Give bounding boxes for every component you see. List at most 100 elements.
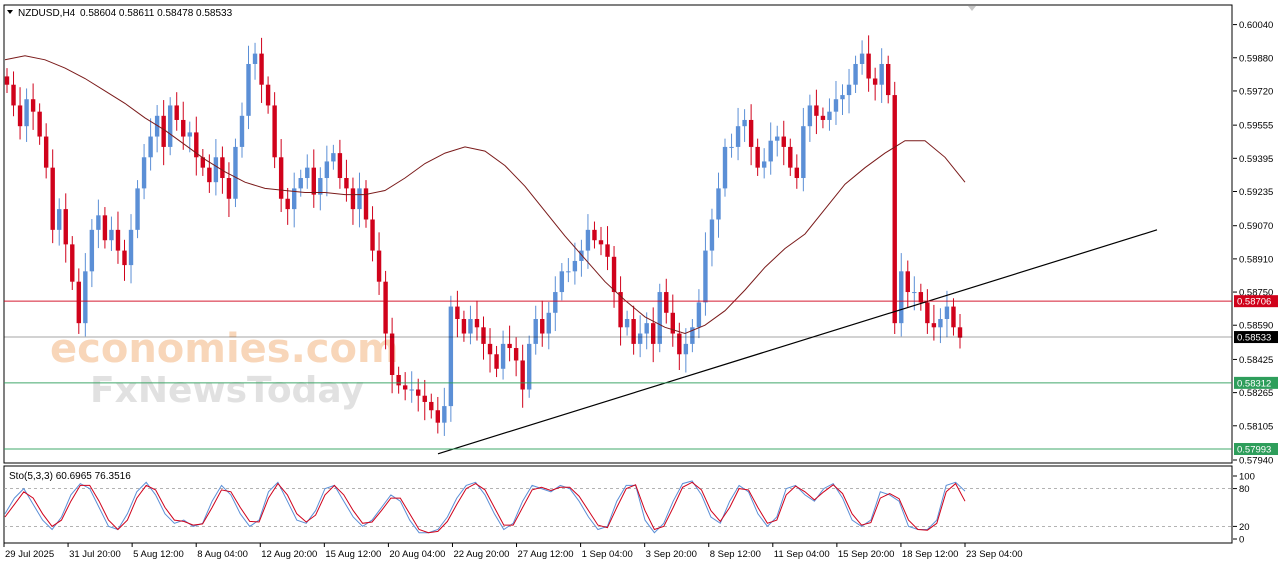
candle	[592, 221, 597, 249]
candle	[161, 100, 166, 166]
candle	[141, 144, 147, 200]
candle-body	[572, 260, 578, 272]
candle-body	[429, 401, 434, 411]
candle	[794, 154, 800, 189]
candle-body	[859, 53, 865, 64]
candle-body	[899, 271, 904, 324]
candle	[194, 116, 199, 176]
candle	[788, 138, 793, 176]
candle-body	[579, 250, 584, 261]
candle	[957, 314, 963, 349]
trendline	[437, 229, 1158, 455]
candle-body	[220, 157, 225, 179]
candle-body	[278, 157, 284, 199]
price-axis: 0.60040 0.59880 0.59720 0.59555 0.59395 0.592…	[1233, 20, 1273, 467]
candle-body	[611, 256, 617, 293]
candle-body	[396, 374, 401, 386]
candle	[370, 206, 375, 262]
candle	[853, 55, 858, 94]
time-tick-label: 15 Aug 12:00	[325, 549, 381, 560]
candle	[801, 107, 806, 192]
candle-body	[324, 161, 330, 179]
price-tick-label: 0.59720	[1239, 86, 1273, 97]
candle	[944, 290, 950, 338]
candle-body	[422, 395, 427, 402]
candle	[716, 172, 721, 238]
candle-body	[513, 348, 519, 361]
candle	[507, 325, 512, 362]
candle-body	[820, 115, 826, 120]
candle-body	[546, 312, 551, 334]
candle	[494, 345, 499, 378]
candle-body	[533, 319, 538, 344]
candle	[305, 154, 310, 189]
stochastic-axis: 10080 20 0	[1233, 472, 1255, 546]
candle-body	[840, 95, 845, 100]
candle-body	[788, 146, 793, 168]
candle-body	[624, 319, 630, 328]
candle-body	[683, 343, 689, 355]
candle-body	[553, 292, 558, 313]
candle	[11, 71, 16, 117]
header-dropdown-icon	[7, 10, 13, 14]
candle-body	[409, 389, 414, 391]
candle	[768, 122, 773, 175]
candle	[278, 139, 284, 213]
candle	[442, 387, 447, 436]
candle	[311, 149, 316, 208]
candle-body	[17, 105, 23, 127]
candle-body	[748, 119, 754, 147]
price-tick-label: 0.60040	[1239, 20, 1273, 31]
candle	[4, 68, 10, 94]
candle	[265, 76, 271, 114]
time-tick-label: 11 Sep 04:00	[774, 549, 830, 560]
candle	[846, 68, 852, 114]
candle-body	[631, 319, 636, 344]
candle-body	[814, 105, 819, 116]
candle-body	[944, 306, 950, 320]
candle-body	[252, 53, 258, 64]
candle-body	[331, 153, 336, 162]
candle	[866, 35, 871, 92]
candle-body	[402, 385, 408, 390]
price-tick-label: 0.57940	[1239, 456, 1273, 467]
candle-body	[213, 157, 219, 183]
candle-body	[337, 153, 343, 179]
candle-body	[598, 240, 604, 245]
candle-body	[109, 229, 114, 241]
candle	[657, 283, 662, 353]
candle	[167, 97, 173, 156]
candle	[683, 328, 689, 373]
candle-body	[494, 354, 499, 369]
candle-body	[305, 167, 310, 179]
candle	[174, 92, 179, 131]
candle	[50, 149, 55, 244]
candle	[899, 253, 904, 337]
candle-body	[383, 281, 388, 334]
candle	[30, 83, 36, 130]
candle-body	[637, 333, 643, 344]
candle-body	[722, 146, 728, 189]
candle	[520, 344, 525, 408]
candle	[735, 107, 741, 161]
candle-body	[781, 136, 786, 147]
candle	[474, 300, 480, 341]
candle-body	[344, 178, 349, 189]
candle	[239, 102, 245, 158]
time-tick-label: 29 Jul 2025	[5, 549, 54, 560]
candle-body	[148, 136, 153, 158]
candle-body	[500, 343, 506, 369]
time-tick-label: 23 Sep 04:00	[966, 549, 1023, 560]
candle	[670, 294, 675, 347]
candle	[37, 103, 42, 145]
candle-body	[141, 157, 147, 189]
candle-body	[566, 271, 571, 273]
time-tick-label: 15 Sep 20:00	[838, 549, 895, 560]
candle-body	[664, 292, 669, 313]
candle-body	[768, 140, 773, 162]
candle	[761, 148, 767, 179]
candle-body	[487, 343, 493, 355]
candle	[624, 310, 630, 336]
price-tick-label: 0.59880	[1239, 53, 1273, 64]
candle	[376, 232, 382, 295]
